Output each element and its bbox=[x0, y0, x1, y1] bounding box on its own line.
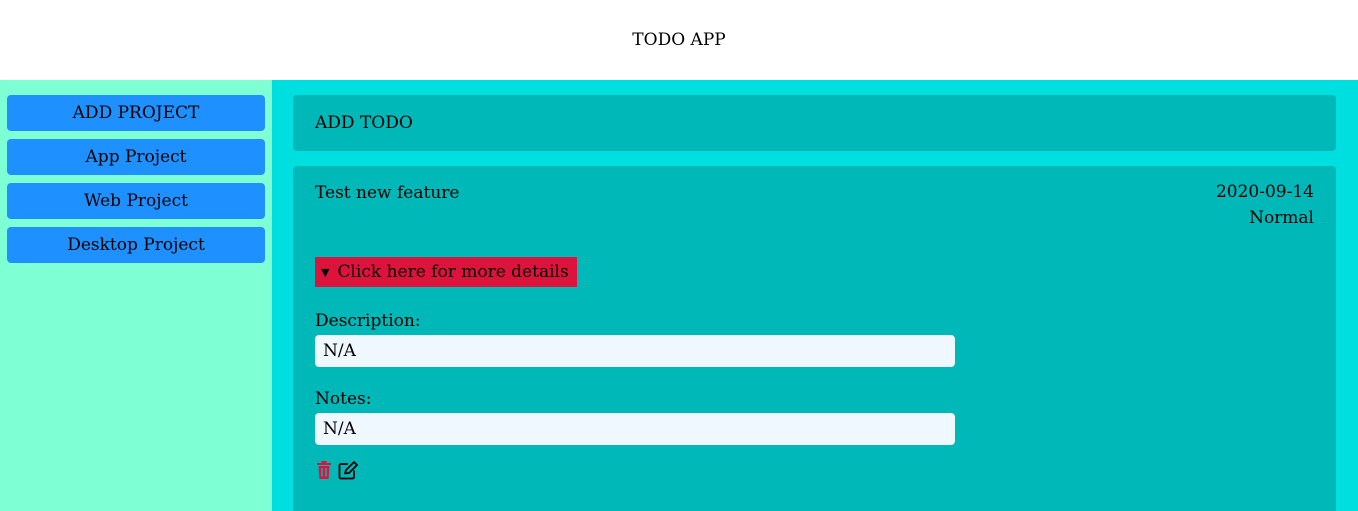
details-toggle[interactable]: ▼ Click here for more details bbox=[315, 257, 577, 287]
todo-priority: Normal bbox=[1249, 208, 1314, 228]
app-header: TODO APP bbox=[0, 0, 1358, 80]
sidebar-item-desktop-project[interactable]: Desktop Project bbox=[7, 227, 265, 263]
description-label: Description: bbox=[315, 311, 421, 331]
main-content: ADD TODO Test new feature 2020-09-14 Nor… bbox=[272, 80, 1358, 511]
description-field[interactable] bbox=[315, 335, 955, 367]
sidebar: ADD PROJECT App Project Web Project Desk… bbox=[0, 80, 272, 511]
todo-date: 2020-09-14 bbox=[1215, 182, 1314, 202]
details-toggle-label: Click here for more details bbox=[337, 262, 569, 282]
trash-icon[interactable] bbox=[315, 460, 333, 480]
todo-card: Test new feature 2020-09-14 Normal ▼ Cli… bbox=[293, 166, 1336, 511]
edit-icon[interactable] bbox=[337, 460, 359, 480]
todo-actions bbox=[315, 460, 1314, 480]
add-todo-button[interactable]: ADD TODO bbox=[293, 95, 1336, 151]
sidebar-item-web-project[interactable]: Web Project bbox=[7, 183, 265, 219]
triangle-down-icon: ▼ bbox=[321, 265, 330, 279]
sidebar-item-app-project[interactable]: App Project bbox=[7, 139, 265, 175]
todo-title: Test new feature bbox=[315, 183, 460, 203]
app-title: TODO APP bbox=[632, 30, 726, 50]
todo-meta: 2020-09-14 Normal bbox=[1216, 179, 1314, 231]
app-layout: ADD PROJECT App Project Web Project Desk… bbox=[0, 80, 1358, 511]
notes-field[interactable] bbox=[315, 413, 955, 445]
add-project-button[interactable]: ADD PROJECT bbox=[7, 95, 265, 131]
add-todo-label: ADD TODO bbox=[315, 113, 413, 133]
notes-label: Notes: bbox=[315, 389, 372, 409]
todo-header: Test new feature 2020-09-14 Normal bbox=[315, 182, 1314, 231]
